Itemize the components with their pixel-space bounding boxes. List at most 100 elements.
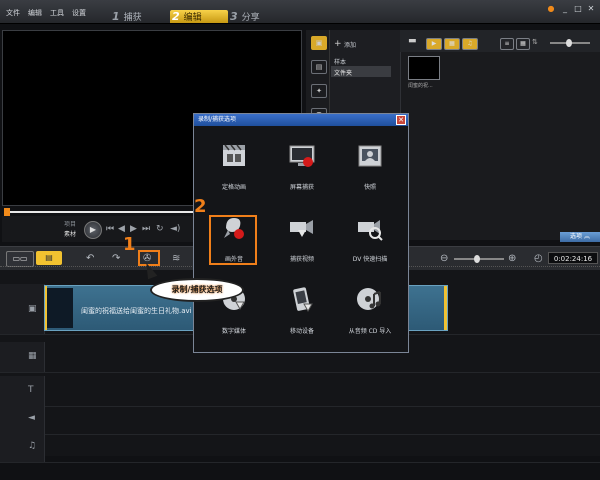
close-icon[interactable]: ✕	[396, 115, 406, 125]
timeline-zoom-handle[interactable]	[474, 255, 480, 263]
maximize-icon[interactable]: □	[573, 4, 583, 14]
screen-capture-icon	[289, 145, 315, 167]
options-label: 选项	[570, 233, 583, 240]
top-bar: 文件 编辑 工具 设置 1 捕获 2 编辑 3 分享 ● _ □ ✕	[0, 0, 600, 24]
step-edit-number: 2	[172, 10, 180, 23]
project-mode-label[interactable]: 项目	[64, 219, 76, 228]
tree-item-folder: 文件夹	[334, 70, 353, 77]
window-close-icon[interactable]: ✕	[586, 4, 596, 14]
options-button[interactable]: 选项 ︽	[560, 232, 600, 242]
step-share-label: 分享	[241, 13, 260, 23]
option-snapshot-label: 快照	[363, 184, 376, 191]
option-dv-scan-label: DV 快速扫描	[352, 256, 388, 263]
fx-tab-icon[interactable]: ✦	[311, 84, 327, 98]
callout-bubble: 录制/捕获选项	[150, 278, 244, 302]
menu-file[interactable]: 文件	[6, 8, 20, 18]
option-screen-capture[interactable]: 屏幕捕获	[270, 140, 334, 200]
music-track-header: ♫	[0, 432, 45, 462]
timecode-display[interactable]: 0:02:24:16	[548, 252, 598, 264]
minimize-icon[interactable]: _	[560, 4, 570, 14]
fit-project-icon[interactable]: ◴	[534, 253, 543, 264]
sort-icon[interactable]: ⇅	[532, 38, 538, 46]
option-dv-scan[interactable]: DV 快速扫描	[338, 212, 402, 272]
option-mobile-device-label: 移动设备	[289, 328, 314, 335]
option-capture-video-label: 捕获视频	[289, 256, 314, 263]
storyboard-view-icon[interactable]: ▭▭	[6, 251, 34, 267]
media-tab-icon[interactable]: ▣	[311, 36, 327, 50]
play-button[interactable]: ▶	[84, 221, 102, 239]
option-snapshot[interactable]: 快照	[338, 140, 402, 200]
help-icon[interactable]: ●	[546, 4, 556, 14]
thumbnail-caption: 闺蜜的祝...	[408, 83, 433, 89]
voice-track-header: ◄	[0, 404, 45, 434]
dialog-title: 录制/捕获选项	[194, 114, 408, 126]
library-thumbnail[interactable]	[408, 56, 440, 80]
title-track-icon: T	[28, 385, 34, 395]
clip-mode-label[interactable]: 素材	[64, 229, 76, 238]
clip-filename: 闺蜜的祝福送给闺蜜的生日礼物.avi	[81, 307, 192, 315]
clip-thumbnail	[47, 288, 73, 328]
home-icon[interactable]: ⏮	[106, 224, 114, 234]
mobile-device-icon	[293, 287, 313, 313]
tree-item-folder-selected[interactable]: 文件夹	[331, 66, 391, 77]
tree-item-samples[interactable]: 样本	[334, 57, 346, 66]
music-track: ♫	[0, 432, 600, 463]
voiceover-highlight	[209, 215, 257, 265]
add-folder-label[interactable]: 添加	[344, 40, 356, 49]
stop-motion-icon	[223, 144, 245, 166]
video-track-header: ▣	[0, 284, 45, 334]
audio-cd-icon	[357, 288, 381, 310]
folder-icon[interactable]: ▬	[408, 36, 417, 46]
title-track: T	[0, 376, 600, 407]
step-share-tab[interactable]: 3 分享	[230, 10, 286, 23]
step-capture-tab[interactable]: 1 捕获	[112, 10, 168, 23]
audio-filter-icon[interactable]: ♫	[462, 38, 478, 50]
prev-frame-icon[interactable]: ◀	[118, 224, 125, 234]
thumb-view-icon[interactable]: ▦	[516, 38, 530, 50]
annotation-step-2: 2	[194, 196, 207, 217]
menu-edit[interactable]: 编辑	[28, 8, 42, 18]
scrub-handle[interactable]	[4, 208, 10, 216]
menu-settings[interactable]: 设置	[72, 8, 86, 18]
add-icon[interactable]: +	[334, 39, 342, 49]
annotation-step-1: 1	[123, 234, 136, 255]
list-view-icon[interactable]: ≡	[500, 38, 514, 50]
option-audio-cd-label: 从音频 CD 导入	[348, 328, 392, 335]
transition-tab-icon[interactable]: ▤	[311, 60, 327, 74]
music-track-icon: ♫	[28, 441, 37, 451]
video-filter-icon[interactable]: ▶	[426, 38, 442, 50]
end-icon[interactable]: ⏭	[142, 224, 150, 234]
callout-text: 录制/捕获选项	[171, 285, 223, 294]
capture-video-icon	[290, 220, 313, 237]
repeat-icon[interactable]: ↻	[156, 224, 164, 234]
overlay-track-icon: ▦	[28, 351, 37, 361]
zoom-out-icon[interactable]: ⊖	[440, 253, 448, 264]
step-edit-tab[interactable]: 2 编辑	[170, 10, 228, 23]
title-track-header: T	[0, 376, 45, 406]
option-digital-media-label: 数字媒体	[221, 328, 246, 335]
option-stop-motion[interactable]: 定格动画	[202, 140, 266, 200]
photo-filter-icon[interactable]: ▦	[444, 38, 460, 50]
voice-track: ◄	[0, 404, 600, 435]
mixer-icon[interactable]: ≋	[172, 253, 180, 264]
menu-tools[interactable]: 工具	[50, 8, 64, 18]
zoom-slider-handle[interactable]	[566, 39, 572, 47]
step-edit-label: 编辑	[183, 13, 202, 23]
overlay-track-header: ▦	[0, 342, 45, 372]
zoom-in-icon[interactable]: ⊕	[508, 253, 516, 264]
option-stop-motion-label: 定格动画	[221, 184, 246, 191]
clip-end-marker[interactable]	[444, 286, 447, 330]
redo-icon[interactable]: ↷	[112, 253, 120, 264]
next-frame-icon[interactable]: ▶	[130, 224, 137, 234]
undo-icon[interactable]: ↶	[86, 253, 94, 264]
volume-icon[interactable]: ◄)	[170, 224, 180, 234]
option-audio-cd[interactable]: 从音频 CD 导入	[338, 284, 402, 344]
option-mobile-device[interactable]: 移动设备	[270, 284, 334, 344]
library-toolbar: ▬ ▶ ▦ ♫ ≡ ▦ ⇅	[400, 30, 600, 52]
option-capture-video[interactable]: 捕获视频	[270, 212, 334, 272]
timeline-view-icon[interactable]: ▤	[36, 251, 62, 265]
step-share-number: 3	[230, 10, 238, 23]
snapshot-icon	[358, 145, 382, 167]
dv-scan-icon	[358, 220, 383, 241]
step-capture-label: 捕获	[123, 13, 142, 23]
